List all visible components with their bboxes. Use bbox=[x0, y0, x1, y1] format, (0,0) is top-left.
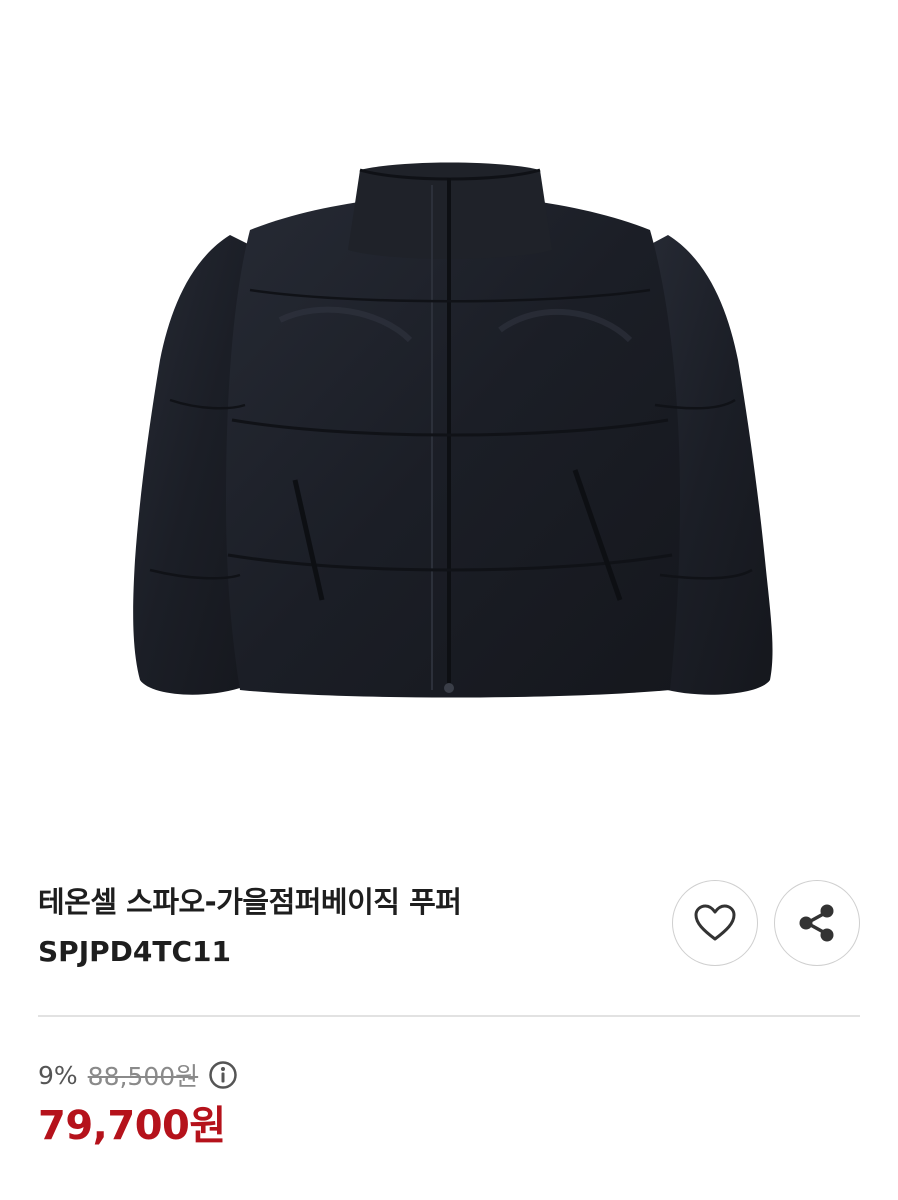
puffer-jacket-illustration bbox=[133, 162, 773, 698]
product-title: 테온셀 스파오-가을점퍼베이직 푸퍼 bbox=[38, 885, 462, 919]
divider bbox=[38, 1015, 860, 1017]
like-button[interactable] bbox=[672, 880, 758, 966]
share-button[interactable] bbox=[774, 880, 860, 966]
share-icon bbox=[799, 904, 834, 942]
product-code: SPJPD4TC11 bbox=[38, 935, 231, 968]
sale-price: 79,700원 bbox=[38, 1103, 226, 1149]
heart-icon bbox=[694, 904, 736, 941]
product-image[interactable] bbox=[0, 0, 898, 860]
price-info-row: 9% 88,500원 bbox=[38, 1055, 238, 1095]
discount-rate: 9% bbox=[38, 1060, 78, 1090]
info-icon[interactable] bbox=[208, 1060, 238, 1090]
product-info: 테온셀 스파오-가을점퍼베이직 푸퍼 SPJPD4TC11 bbox=[38, 880, 658, 972]
original-price: 88,500원 bbox=[87, 1062, 199, 1091]
